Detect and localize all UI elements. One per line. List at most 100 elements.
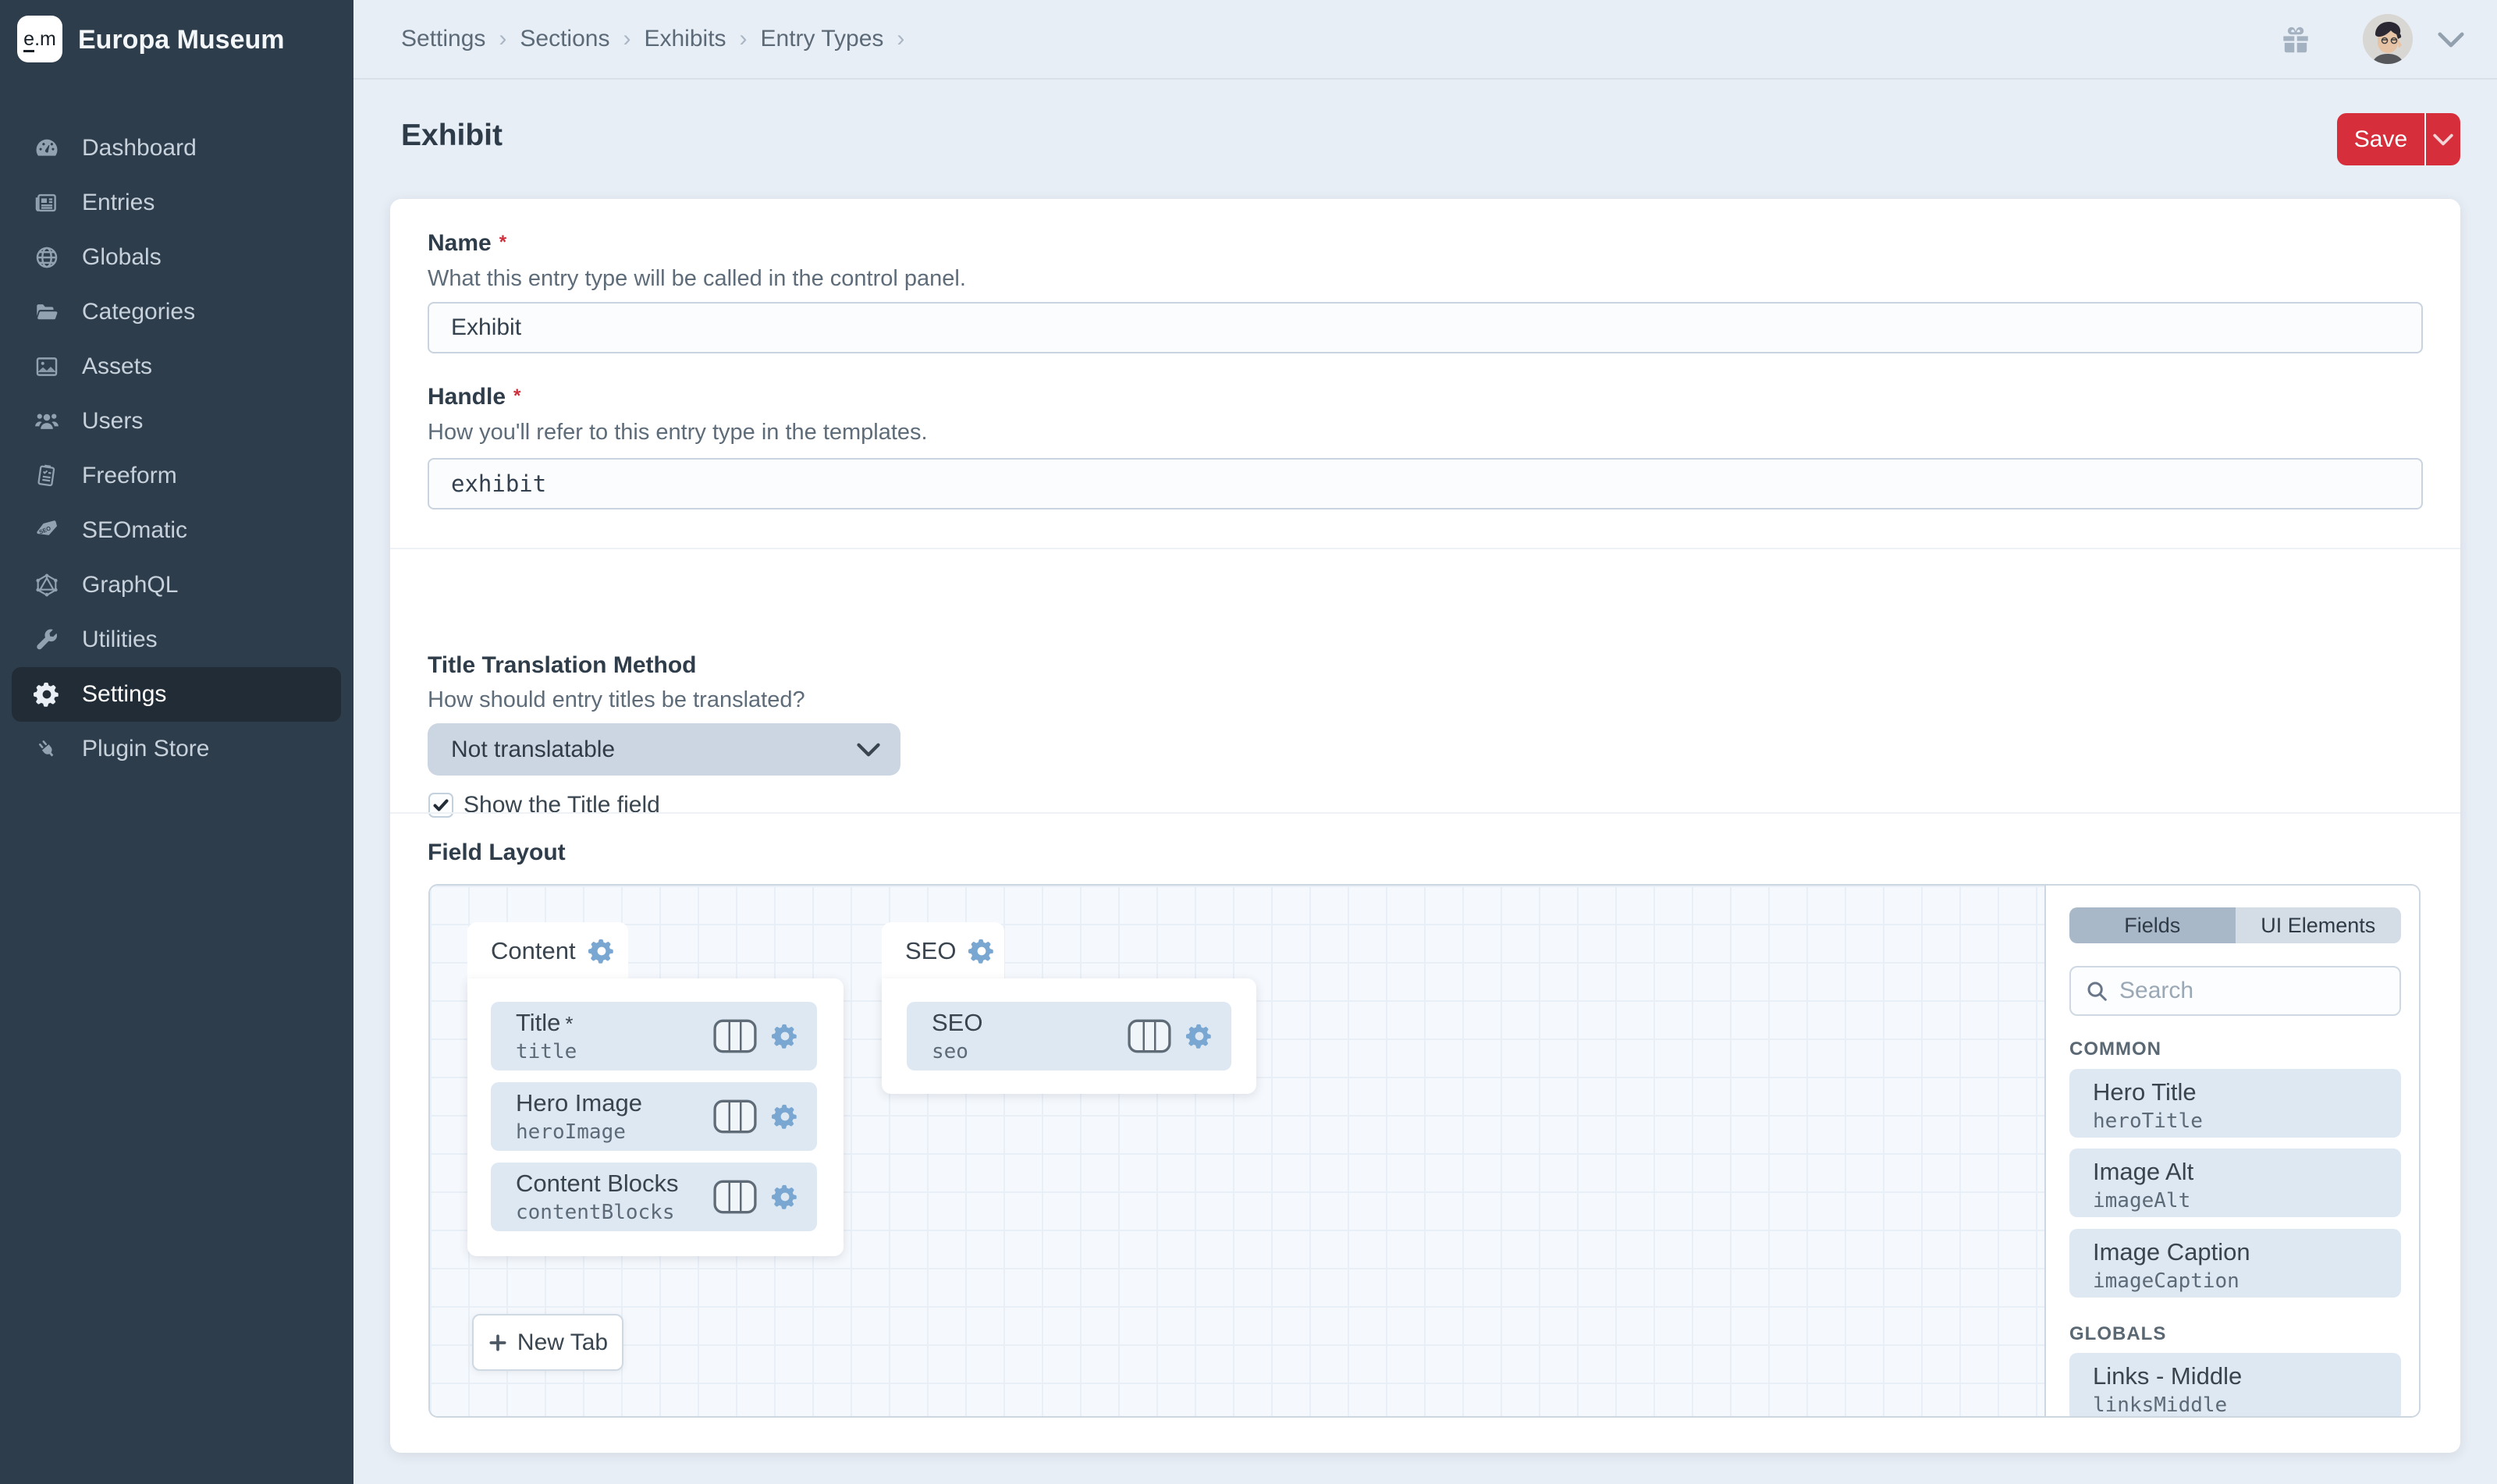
- tab-content-body: Title* title Hero Image heroImage: [467, 978, 844, 1256]
- field-handle: contentBlocks: [516, 1201, 712, 1224]
- field-settings-gear-icon[interactable]: [772, 1184, 798, 1210]
- sidebar-item-label: Entries: [82, 190, 155, 216]
- field-pill-text: Content Blocks contentBlocks: [516, 1170, 712, 1224]
- field-pill-title[interactable]: Title* title: [491, 1002, 817, 1070]
- field-pill-text: Title* title: [516, 1009, 712, 1063]
- required-asterisk: *: [565, 1012, 573, 1035]
- sidebar-item-label: Assets: [82, 353, 152, 380]
- column-width-icon[interactable]: [712, 1017, 758, 1056]
- globe-icon: [34, 244, 60, 271]
- library-tab-fields[interactable]: Fields: [2069, 907, 2236, 943]
- tab-seo[interactable]: SEO: [882, 922, 1004, 980]
- sidebar-item-label: Plugin Store: [82, 736, 209, 762]
- page-title: Exhibit: [401, 119, 503, 153]
- sidebar-item-label: Users: [82, 408, 143, 435]
- field-pill-content-blocks[interactable]: Content Blocks contentBlocks: [491, 1163, 817, 1231]
- field-handle: linksMiddle: [2093, 1393, 2401, 1417]
- site-name[interactable]: Europa Museum: [78, 0, 284, 80]
- library-tab-ui-elements[interactable]: UI Elements: [2236, 907, 2402, 943]
- translation-method-label: Title Translation Method: [428, 652, 696, 679]
- breadcrumb: Settings › Sections › Exhibits › Entry T…: [401, 0, 904, 78]
- save-button-group: Save: [2337, 113, 2460, 165]
- tab-name: SEO: [905, 937, 956, 965]
- sidebar-item-label: Categories: [82, 299, 195, 325]
- save-button[interactable]: Save: [2337, 113, 2424, 165]
- breadcrumb-separator: ›: [623, 26, 630, 52]
- gear-icon: [34, 681, 60, 708]
- site-logo[interactable]: e.m: [17, 16, 62, 62]
- sidebar-item-utilities[interactable]: Utilities: [12, 612, 341, 667]
- sidebar-item-freeform[interactable]: Freeform: [12, 449, 341, 503]
- breadcrumb-entry-types[interactable]: Entry Types: [761, 26, 884, 52]
- library-field-image-caption[interactable]: Image Caption imageCaption: [2069, 1229, 2401, 1298]
- field-layout-workspace: Content Title* title Hero Image: [430, 886, 2046, 1418]
- divider: [390, 812, 2460, 814]
- sidebar-item-assets[interactable]: Assets: [12, 339, 341, 394]
- field-pill-text: SEO seo: [932, 1009, 1127, 1063]
- clipboard-icon: [34, 463, 60, 489]
- breadcrumb-settings[interactable]: Settings: [401, 26, 485, 52]
- graphql-icon: [34, 572, 60, 598]
- sidebar-item-label: Utilities: [82, 627, 158, 653]
- tab-content[interactable]: Content: [467, 922, 628, 980]
- field-layout-label: Field Layout: [428, 840, 566, 866]
- image-icon: [34, 353, 60, 380]
- sidebar-item-seomatic[interactable]: SEO SEOmatic: [12, 503, 341, 558]
- library-field-links-middle[interactable]: Links - Middle linksMiddle: [2069, 1353, 2401, 1418]
- gift-icon[interactable]: [2278, 22, 2314, 58]
- field-settings-gear-icon[interactable]: [772, 1023, 798, 1049]
- save-menu-button[interactable]: [2424, 113, 2460, 165]
- column-width-icon[interactable]: [1127, 1017, 1172, 1056]
- library-search[interactable]: [2069, 966, 2401, 1016]
- gauge-icon: [34, 135, 60, 162]
- select-value: Not translatable: [451, 737, 615, 763]
- sidebar-item-graphql[interactable]: GraphQL: [12, 558, 341, 612]
- library-field-image-alt[interactable]: Image Alt imageAlt: [2069, 1149, 2401, 1217]
- handle-input[interactable]: [428, 458, 2423, 509]
- show-title-field-row[interactable]: Show the Title field: [428, 792, 660, 818]
- handle-instructions: How you'll refer to this entry type in t…: [428, 420, 928, 446]
- field-handle: heroTitle: [2093, 1109, 2401, 1133]
- sidebar-header: e.m Europa Museum: [0, 0, 353, 80]
- breadcrumb-separator: ›: [897, 26, 904, 52]
- sidebar-item-entries[interactable]: Entries: [12, 176, 341, 230]
- avatar[interactable]: [2363, 14, 2413, 64]
- sidebar-item-categories[interactable]: Categories: [12, 285, 341, 339]
- sidebar-item-plugin-store[interactable]: Plugin Store: [12, 722, 341, 776]
- new-tab-button[interactable]: New Tab: [472, 1314, 623, 1371]
- name-input[interactable]: [428, 302, 2423, 353]
- sidebar-item-label: Dashboard: [82, 135, 197, 162]
- entry-type-form-card: Name* What this entry type will be calle…: [390, 199, 2460, 1453]
- field-pill-hero-image[interactable]: Hero Image heroImage: [491, 1082, 817, 1151]
- field-settings-gear-icon[interactable]: [1186, 1023, 1213, 1049]
- field-pill-icons: [712, 1017, 798, 1056]
- translation-method-instructions: How should entry titles be translated?: [428, 687, 805, 713]
- breadcrumb-exhibits[interactable]: Exhibits: [644, 26, 726, 52]
- sidebar-item-dashboard[interactable]: Dashboard: [12, 121, 341, 176]
- field-pill-text: Hero Image heroImage: [516, 1089, 712, 1144]
- show-title-checkbox[interactable]: [428, 793, 453, 818]
- sidebar-item-settings[interactable]: Settings: [12, 667, 341, 722]
- tab-settings-gear-icon[interactable]: [588, 938, 615, 964]
- sidebar-item-users[interactable]: Users: [12, 394, 341, 449]
- breadcrumb-sections[interactable]: Sections: [520, 26, 609, 52]
- avatar-photo: [2363, 14, 2413, 64]
- field-pill-seo[interactable]: SEO seo: [907, 1002, 1231, 1070]
- sidebar-item-globals[interactable]: Globals: [12, 230, 341, 285]
- tab-settings-gear-icon[interactable]: [968, 938, 995, 964]
- divider: [390, 548, 2460, 549]
- chevron-down-icon[interactable]: [2438, 31, 2464, 48]
- library-field-hero-title[interactable]: Hero Title heroTitle: [2069, 1069, 2401, 1138]
- translation-method-select[interactable]: Not translatable: [428, 723, 900, 776]
- library-search-input[interactable]: [2119, 978, 2385, 1004]
- chevron-down-icon: [2433, 133, 2453, 146]
- column-width-icon[interactable]: [712, 1097, 758, 1136]
- field-settings-gear-icon[interactable]: [772, 1103, 798, 1130]
- column-width-icon[interactable]: [712, 1177, 758, 1216]
- required-asterisk: *: [499, 232, 506, 253]
- sidebar-item-label: Settings: [82, 681, 166, 708]
- field-pill-icons: [712, 1177, 798, 1216]
- sidebar-item-label: GraphQL: [82, 572, 178, 598]
- library-group-heading-globals: GLOBALS: [2069, 1323, 2166, 1345]
- newspaper-icon: [34, 190, 60, 216]
